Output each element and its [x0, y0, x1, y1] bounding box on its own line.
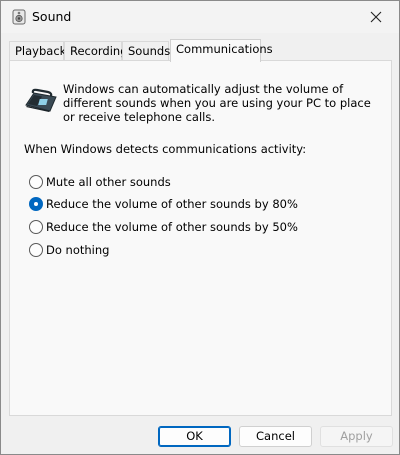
- option-label: Reduce the volume of other sounds by 50%: [46, 220, 298, 234]
- telephone-icon: [25, 88, 57, 112]
- communications-panel: Windows can automatically adjust the vol…: [9, 60, 392, 416]
- option-label: Do nothing: [46, 243, 110, 257]
- close-icon: [370, 11, 382, 23]
- apply-button[interactable]: Apply: [320, 426, 393, 447]
- window-title: Sound: [32, 9, 72, 24]
- ok-button[interactable]: OK: [158, 426, 231, 447]
- option-mute-all[interactable]: Mute all other sounds: [29, 174, 171, 190]
- tab-sounds[interactable]: Sounds: [122, 41, 170, 61]
- option-do-nothing[interactable]: Do nothing: [29, 242, 109, 258]
- radio-do-nothing[interactable]: [29, 243, 43, 257]
- tab-playback[interactable]: Playback: [9, 41, 66, 61]
- option-reduce-50[interactable]: Reduce the volume of other sounds by 50%: [29, 219, 298, 235]
- speaker-icon: [12, 9, 26, 25]
- radio-reduce-80[interactable]: [29, 197, 43, 211]
- option-label: Mute all other sounds: [46, 175, 171, 189]
- tab-communications[interactable]: Communications: [170, 39, 273, 62]
- option-label: Reduce the volume of other sounds by 80%: [46, 197, 298, 211]
- radio-reduce-50[interactable]: [29, 220, 43, 234]
- tab-recording[interactable]: Recording: [64, 41, 128, 61]
- cancel-button[interactable]: Cancel: [239, 426, 312, 447]
- when-label: When Windows detects communications acti…: [24, 142, 307, 156]
- option-reduce-80[interactable]: Reduce the volume of other sounds by 80%: [29, 196, 298, 212]
- title-bar[interactable]: Sound: [1, 1, 399, 33]
- description-text: Windows can automatically adjust the vol…: [63, 82, 371, 124]
- close-button[interactable]: [353, 1, 399, 33]
- sound-dialog: Sound Playback Recording Sounds Communic…: [0, 0, 400, 455]
- radio-mute-all[interactable]: [29, 175, 43, 189]
